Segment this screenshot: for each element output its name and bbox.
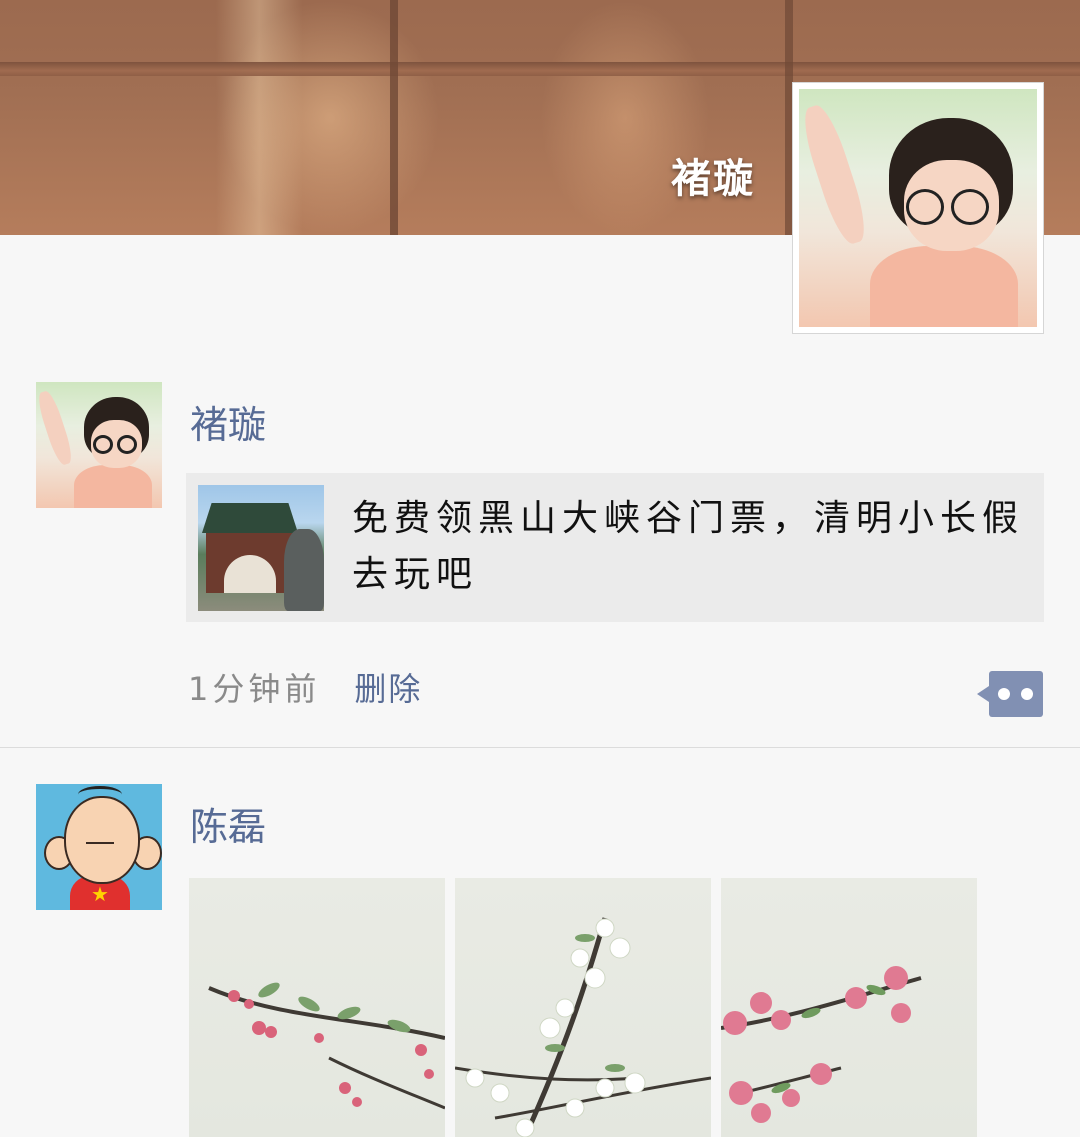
post-avatar[interactable] bbox=[36, 382, 162, 508]
cover-light-streak bbox=[220, 0, 440, 235]
post-time: 1分钟前 bbox=[188, 670, 321, 708]
cover-avatar[interactable] bbox=[792, 82, 1044, 334]
cover-owner-name: 褚璇 bbox=[671, 156, 755, 202]
shared-link-card[interactable]: 免费领黑山大峡谷门票，清明小长假去玩吧 bbox=[186, 473, 1044, 622]
feed-post: 褚璇 免费领黑山大峡谷门票，清明小长假去玩吧 1分钟前 删除 bbox=[0, 382, 1080, 747]
cartoon-avatar: ★ bbox=[36, 784, 162, 910]
photo-grid bbox=[189, 878, 979, 1137]
delete-button[interactable]: 删除 bbox=[354, 670, 422, 708]
post-nickname[interactable]: 陈磊 bbox=[190, 796, 266, 851]
post-photo[interactable] bbox=[189, 878, 445, 1137]
cover-wall-seam bbox=[0, 62, 1080, 76]
shared-link-title: 免费领黑山大峡谷门票，清明小长假去玩吧 bbox=[352, 498, 1025, 595]
post-photo[interactable] bbox=[455, 878, 711, 1137]
avatar-photo bbox=[36, 382, 162, 508]
avatar-photo bbox=[799, 89, 1037, 327]
post-photo[interactable] bbox=[721, 878, 977, 1137]
comment-dots-icon[interactable] bbox=[977, 671, 1043, 717]
post-divider bbox=[0, 747, 1080, 748]
post-avatar[interactable]: ★ bbox=[36, 784, 162, 910]
post-meta: 1分钟前 删除 bbox=[188, 664, 422, 710]
cover-wall-seam-v1 bbox=[390, 0, 398, 235]
feed-post: ★ 陈磊 bbox=[0, 784, 1080, 1137]
post-nickname[interactable]: 褚璇 bbox=[190, 394, 266, 449]
shared-link-thumbnail bbox=[198, 485, 324, 611]
